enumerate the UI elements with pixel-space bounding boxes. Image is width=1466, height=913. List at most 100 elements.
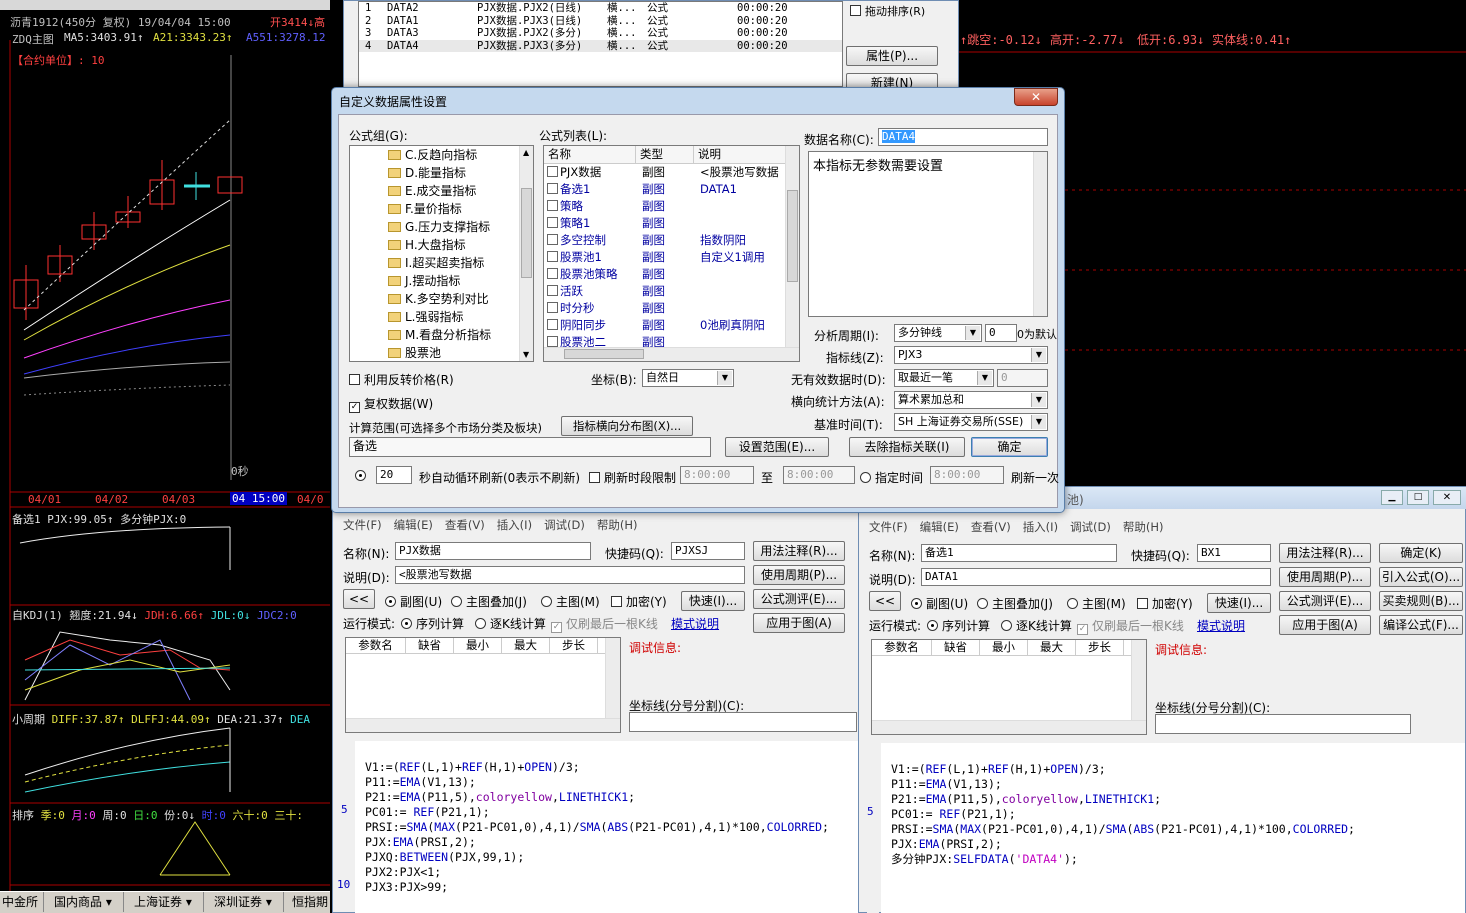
menu-view[interactable]: 查看(V) bbox=[445, 518, 485, 532]
last-bar-checkbox[interactable]: ✓ 仅刷最后一根K线 bbox=[551, 615, 658, 633]
group-tree-item[interactable]: C.反趋向指标 bbox=[350, 146, 533, 164]
formula-list-row[interactable]: 股票池策略 副图 bbox=[544, 266, 799, 283]
param-table[interactable]: 参数名 缺省 最小 最大 步长 bbox=[871, 639, 1147, 735]
overlay-radio[interactable]: 主图叠加(J) bbox=[451, 593, 527, 610]
market-tab[interactable]: 中金所 bbox=[0, 892, 44, 912]
formula-list-row[interactable]: 阴阳同步 副图 0池刷真阴阳 bbox=[544, 317, 799, 334]
menu-edit[interactable]: 编辑(E) bbox=[394, 518, 433, 532]
use-period-button[interactable]: 使用周期(P)... bbox=[1279, 567, 1371, 587]
param-setting-scrollbar[interactable] bbox=[1033, 152, 1047, 316]
menu-insert[interactable]: 插入(I) bbox=[1023, 520, 1058, 534]
compile-formula-button[interactable]: 编译公式(F)... bbox=[1379, 615, 1463, 635]
last-bar-checkbox[interactable]: ✓ 仅刷最后一根K线 bbox=[1077, 617, 1184, 635]
data-list-row[interactable]: 3 DATA3 PJX数据.PJX2(多分) 横... 公式 00:00:20 bbox=[359, 27, 842, 40]
fixed-time-radio[interactable]: 指定时间 bbox=[860, 469, 923, 486]
scroll-thumb[interactable] bbox=[564, 349, 644, 359]
formula-list-row[interactable]: 策略 副图 bbox=[544, 198, 799, 215]
scroll-thumb[interactable] bbox=[787, 190, 798, 282]
loop-refresh-radio[interactable] bbox=[355, 469, 370, 483]
group-tree-item[interactable]: L.强弱指标 bbox=[350, 308, 533, 326]
menu-edit[interactable]: 编辑(E) bbox=[920, 520, 959, 534]
param-hscroll[interactable] bbox=[346, 718, 620, 732]
custom-data-table[interactable]: 1 DATA2 PJX数据.PJX2(日线) 横... 公式 00:00:20 2 DATA1… bbox=[358, 1, 843, 87]
group-tree-item[interactable]: M.看盘分析指标 bbox=[350, 326, 533, 344]
invalid-data-select[interactable]: 取最近一笔 bbox=[894, 369, 994, 387]
group-tree-item[interactable]: I.超买超卖指标 bbox=[350, 254, 533, 272]
data-list-row[interactable]: 2 DATA1 PJX数据.PJX3(日线) 横... 公式 00:00:20 bbox=[359, 15, 842, 28]
time-limit-checkbox[interactable]: 刷新时段限制 bbox=[589, 469, 676, 486]
properties-button[interactable]: 属性(P)... bbox=[846, 46, 938, 66]
encrypt-checkbox[interactable]: 加密(Y) bbox=[611, 593, 667, 610]
indicator-line-select[interactable]: PJX3 bbox=[894, 346, 1048, 364]
apply-to-chart-button[interactable]: 应用于图(A) bbox=[1279, 615, 1371, 635]
main-chart-radio[interactable]: 主图(M) bbox=[1067, 595, 1126, 612]
restore-data-checkbox[interactable]: ✓ 复权数据(W) bbox=[349, 395, 433, 413]
data-list-row[interactable]: 1 DATA2 PJX数据.PJX2(日线) 横... 公式 00:00:20 bbox=[359, 2, 842, 15]
group-tree-item[interactable]: K.多空势利对比 bbox=[350, 290, 533, 308]
time-limit-start[interactable]: 8:00:00 bbox=[680, 466, 754, 484]
use-period-button[interactable]: 使用周期(P)... bbox=[753, 565, 845, 585]
formula-code-editor[interactable]: V1:=(REF(L,1)+REF(H,1)+OPEN)/3; P11:=EMA(… bbox=[355, 741, 859, 913]
coord-line-input[interactable] bbox=[1155, 714, 1411, 734]
market-tab[interactable]: 国内商品 ▾ bbox=[48, 892, 124, 912]
coord-line-input[interactable] bbox=[629, 712, 857, 732]
mode-help-link[interactable]: 模式说明 bbox=[671, 615, 719, 632]
param-hscroll[interactable] bbox=[872, 720, 1146, 734]
menu-insert[interactable]: 插入(I) bbox=[497, 518, 532, 532]
mode-help-link[interactable]: 模式说明 bbox=[1197, 617, 1245, 634]
reverse-price-checkbox[interactable]: 利用反转价格(R) bbox=[349, 371, 454, 388]
hotkey-input[interactable]: BX1 bbox=[1197, 544, 1271, 562]
sequence-calc-radio[interactable]: 序列计算 bbox=[401, 615, 464, 632]
menu-file[interactable]: 文件(F) bbox=[343, 518, 382, 532]
apply-to-chart-button[interactable]: 应用于图(A) bbox=[753, 613, 845, 633]
data-name-input[interactable]: DATA4 bbox=[878, 128, 1048, 146]
minimize-icon[interactable]: ▁ bbox=[1381, 490, 1403, 505]
drag-sort-checkbox[interactable]: 拖动排序(R) bbox=[850, 3, 925, 19]
group-tree-item[interactable]: 股票池 bbox=[350, 344, 533, 361]
market-tab[interactable]: 深圳证券 ▾ bbox=[208, 892, 284, 912]
sub-chart-radio[interactable]: 副图(U) bbox=[385, 593, 442, 610]
distribution-chart-button[interactable]: 指标横向分布图(X)... bbox=[561, 416, 693, 436]
formula-name-input[interactable]: PJX数据 bbox=[395, 542, 591, 560]
col-type-header[interactable]: 类型 bbox=[636, 146, 694, 163]
formula-test-button[interactable]: 公式测评(E)... bbox=[753, 589, 845, 609]
quick-button[interactable]: 快速(I)... bbox=[1207, 593, 1271, 613]
group-tree-item[interactable]: D.能量指标 bbox=[350, 164, 533, 182]
ok-button[interactable]: 确定 bbox=[971, 437, 1048, 457]
formula-list-row[interactable]: 股票池1 副图 自定义1调用 bbox=[544, 249, 799, 266]
group-tree-scrollbar[interactable]: ▲ ▼ bbox=[519, 146, 533, 361]
period-select[interactable]: 多分钟线 bbox=[894, 324, 982, 342]
group-tree-item[interactable]: G.压力支撑指标 bbox=[350, 218, 533, 236]
coord-select[interactable]: 自然日 bbox=[642, 369, 734, 387]
maximize-icon[interactable]: □ bbox=[1407, 490, 1429, 505]
usage-notes-button[interactable]: 用法注释(R)... bbox=[753, 541, 845, 561]
method-select[interactable]: 算术累加总和 bbox=[894, 391, 1048, 409]
encrypt-checkbox[interactable]: 加密(Y) bbox=[1137, 595, 1193, 612]
range-value-input[interactable]: 备选 bbox=[349, 437, 711, 457]
overlay-radio[interactable]: 主图叠加(J) bbox=[977, 595, 1053, 612]
set-range-button[interactable]: 设置范围(E)... bbox=[725, 437, 829, 457]
close-icon[interactable]: ✕ bbox=[1433, 490, 1461, 505]
formula-list-row[interactable]: 时分秒 副图 bbox=[544, 300, 799, 317]
market-tab[interactable]: 恒指期 bbox=[288, 892, 330, 912]
group-tree-item[interactable]: J.摆动指标 bbox=[350, 272, 533, 290]
formula-list[interactable]: 名称 类型 说明 PJX数据 副图 <股票池写数据 备选1 副图 DATA1 策略 副图 策略1… bbox=[543, 145, 800, 362]
collapse-button[interactable]: << bbox=[343, 589, 375, 609]
group-tree-item[interactable]: H.大盘指标 bbox=[350, 236, 533, 254]
formula-list-row[interactable]: 备选1 副图 DATA1 bbox=[544, 181, 799, 198]
formula-desc-input[interactable]: <股票池写数据 bbox=[395, 566, 745, 584]
collapse-button[interactable]: << bbox=[869, 591, 901, 611]
formula-list-hscroll[interactable] bbox=[544, 347, 799, 361]
invalid-data-number[interactable]: 0 bbox=[997, 369, 1048, 387]
ok-button[interactable]: 确定(K) bbox=[1379, 543, 1463, 563]
loop-seconds-input[interactable]: 20 bbox=[376, 466, 412, 484]
time-limit-end[interactable]: 8:00:00 bbox=[783, 466, 855, 484]
formula-group-tree[interactable]: C.反趋向指标 D.能量指标 E.成交量指标 F.量价指标 G.压力支撑指标 H.大盘指标… bbox=[349, 145, 534, 362]
period-number-input[interactable]: 0 bbox=[985, 324, 1017, 342]
formula-list-row[interactable]: 活跃 副图 bbox=[544, 283, 799, 300]
import-formula-button[interactable]: 引入公式(O)... bbox=[1379, 567, 1463, 587]
close-icon[interactable]: ✕ bbox=[1014, 88, 1058, 106]
menu-view[interactable]: 查看(V) bbox=[971, 520, 1011, 534]
remove-link-button[interactable]: 去除指标关联(I) bbox=[849, 437, 965, 457]
data-list-row[interactable]: 4 DATA4 PJX数据.PJX3(多分) 横... 公式 00:00:20 bbox=[359, 39, 842, 52]
